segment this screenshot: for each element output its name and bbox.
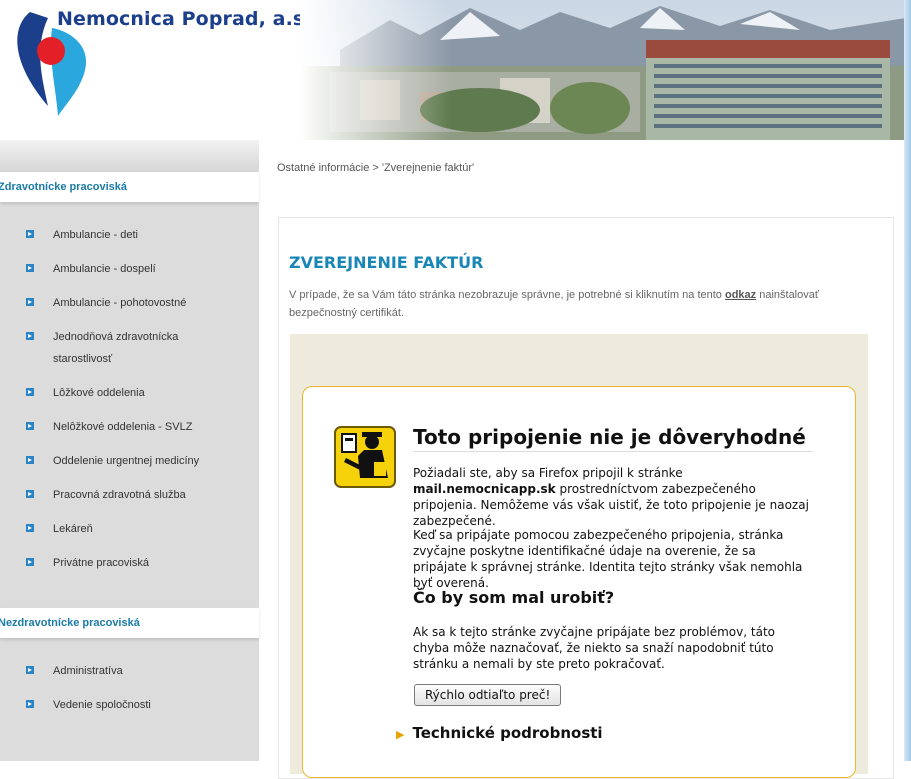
bullet-arrow-icon (26, 264, 34, 272)
sidebar-item-label: starostlivosť (53, 353, 113, 365)
breadcrumb[interactable]: Ostatné informácie > 'Zverejnenie faktúr… (277, 162, 474, 174)
bullet-arrow-icon (26, 558, 34, 566)
intro-text: V prípade, že sa Vám táto stránka nezobr… (289, 286, 889, 322)
sidebar-item-label: Jednodňová zdravotnícka (53, 331, 179, 343)
error-p1-before: Požiadali ste, aby sa Firefox pripojil k… (413, 466, 683, 480)
sidebar-item-label: Oddelenie urgentnej medicíny (53, 455, 200, 467)
error-paragraph-1: Požiadali ste, aby sa Firefox pripojil k… (413, 465, 813, 529)
header-banner-image (300, 0, 906, 140)
sidebar-item-label: Pracovná zdravotná služba (53, 489, 186, 501)
sidebar-item-one-day-care[interactable]: Jednodňová zdravotnícka starostlivosť (26, 326, 246, 370)
error-subtitle: Čo by som mal urobiť? (413, 588, 615, 607)
sidebar-section-title: Zdravotnícke pracoviská (0, 181, 128, 193)
sidebar-section-healthcare: Zdravotnícke pracoviská (0, 172, 259, 202)
sidebar-item-label: Ambulancie - dospelí (53, 263, 156, 275)
expand-triangle-icon: ▶ (396, 728, 405, 741)
bullet-arrow-icon (26, 490, 34, 498)
bullet-arrow-icon (26, 456, 34, 464)
page-right-edge (904, 0, 911, 761)
site-header: Nemocnica Poprad, a.s. (0, 0, 911, 140)
error-paragraph-3: Ak sa k tejto stránke zvyčajne pripájate… (413, 625, 775, 671)
bullet-arrow-icon (26, 666, 34, 674)
get-me-out-button[interactable]: Rýchlo odtiaľto preč! (414, 684, 562, 706)
error-title: Toto pripojenie nie je dôveryhodné (413, 425, 813, 452)
security-officer-warning-icon (334, 426, 396, 488)
bullet-arrow-icon (26, 230, 34, 238)
error-hostname: mail.nemocnicapp.sk (413, 482, 556, 496)
sidebar: Zdravotnícke pracoviská Ambulancie - det… (0, 140, 259, 761)
sidebar-item-label: Nelôžkové oddelenia - SVLZ (53, 421, 193, 433)
technical-details-toggle[interactable]: ▶ Technické podrobnosti (396, 724, 603, 742)
bullet-arrow-icon (26, 524, 34, 532)
sidebar-item-label: Lôžkové oddelenia (53, 387, 145, 399)
sidebar-section-non-healthcare: Nezdravotnícke pracoviská (0, 608, 259, 638)
sidebar-item-label: Ambulancie - pohotovostné (53, 297, 187, 309)
page-title: ZVEREJNENIE FAKTÚR (289, 253, 484, 272)
certificate-link[interactable]: odkaz (725, 289, 756, 301)
bullet-arrow-icon (26, 298, 34, 306)
bullet-arrow-icon (26, 700, 34, 708)
sidebar-item-label: Lekáreň (53, 523, 93, 535)
bullet-arrow-icon (26, 388, 34, 396)
sidebar-item-label: Administratíva (53, 665, 123, 677)
bullet-arrow-icon (26, 422, 34, 430)
technical-details-label: Technické podrobnosti (412, 724, 603, 742)
intro-text-before: V prípade, že sa Vám táto stránka nezobr… (289, 289, 725, 301)
sidebar-top-strip (0, 140, 259, 172)
bullet-arrow-icon (26, 332, 34, 340)
sidebar-item-label: Ambulancie - deti (53, 229, 138, 241)
sidebar-item-label: Vedenie spoločnosti (53, 699, 151, 711)
sidebar-section-title: Nezdravotnícke pracoviská (0, 617, 140, 629)
site-name[interactable]: Nemocnica Poprad, a.s. (57, 8, 312, 30)
error-paragraph-2: Keď sa pripájate pomocou zabezpečeného p… (413, 528, 803, 590)
sidebar-item-label: Privátne pracoviská (53, 557, 149, 569)
